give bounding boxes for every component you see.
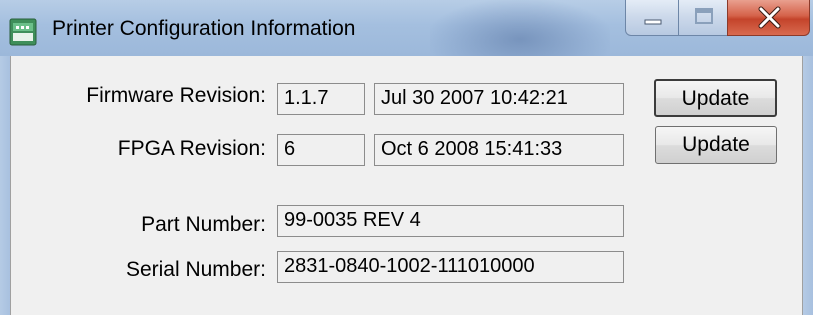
fpga-date-field: Oct 6 2008 15:41:33 (374, 134, 624, 166)
close-icon (758, 6, 781, 29)
fpga-version-field: 6 (277, 134, 365, 166)
printer-config-window: Printer Configuration Information Firmwa… (0, 0, 813, 315)
title-bar-decoration (430, 0, 610, 56)
serial-number-field: 2831-0840-1002-111010000 (277, 251, 624, 283)
close-button[interactable] (727, 0, 810, 36)
printer-app-icon (9, 18, 37, 46)
window-title: Printer Configuration Information (52, 17, 356, 40)
title-bar[interactable]: Printer Configuration Information (0, 0, 813, 56)
part-number-label: Part Number: (141, 213, 266, 236)
window-frame-right (803, 56, 813, 315)
minimize-icon (644, 19, 662, 25)
maximize-button[interactable] (678, 0, 728, 36)
firmware-update-button[interactable]: Update (654, 79, 777, 117)
caption-buttons (625, 0, 810, 40)
minimize-button[interactable] (625, 0, 679, 36)
maximize-icon (695, 8, 713, 24)
fpga-update-button[interactable]: Update (655, 126, 777, 164)
firmware-date-field: Jul 30 2007 10:42:21 (374, 83, 624, 115)
firmware-revision-label: Firmware Revision: (86, 84, 266, 107)
window-frame-left (0, 56, 10, 315)
firmware-version-field: 1.1.7 (277, 83, 365, 115)
serial-number-label: Serial Number: (125, 258, 266, 281)
fpga-revision-label: FPGA Revision: (117, 137, 266, 160)
part-number-field: 99-0035 REV 4 (277, 205, 624, 237)
